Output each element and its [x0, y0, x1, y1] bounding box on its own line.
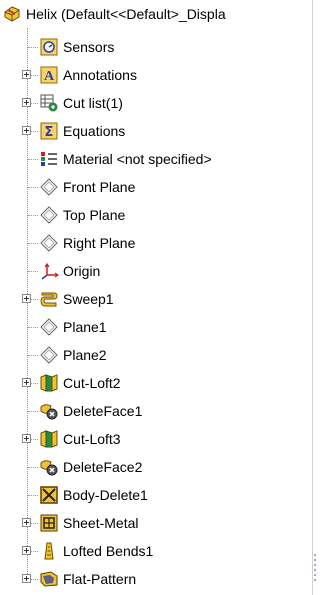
- expand-toggle[interactable]: [22, 294, 31, 303]
- tree-item-label: Annotations: [63, 67, 137, 83]
- tree-item[interactable]: Flat-Pattern: [0, 565, 318, 593]
- cut-loft-icon: [39, 429, 59, 449]
- tree-item[interactable]: Plane1: [0, 313, 318, 341]
- tree-item[interactable]: Sensors: [0, 33, 318, 61]
- tree-item-label: Body-Delete1: [63, 487, 148, 503]
- tree-item[interactable]: Top Plane: [0, 201, 318, 229]
- sweep-icon: [39, 289, 59, 309]
- tree-root-label: Helix (Default<<Default>_Displa: [26, 6, 226, 22]
- equations-icon: Σ: [39, 121, 59, 141]
- plane-icon: [39, 177, 59, 197]
- panel-border: [312, 0, 313, 595]
- plane-icon: [39, 233, 59, 253]
- tree-item-label: Flat-Pattern: [63, 571, 137, 587]
- part-icon: [2, 4, 22, 24]
- tree-branch-line: [28, 47, 38, 48]
- sheet-metal-icon: [39, 513, 59, 533]
- tree-item-label: Equations: [63, 123, 126, 139]
- tree-item[interactable]: A Annotations: [0, 61, 318, 89]
- tree-item[interactable]: Cut list(1): [0, 89, 318, 117]
- tree-item[interactable]: Plane2: [0, 341, 318, 369]
- tree-item[interactable]: Body-Delete1: [0, 481, 318, 509]
- body-delete-icon: [39, 485, 59, 505]
- tree-branch-line: [28, 271, 38, 272]
- tree-item[interactable]: Origin: [0, 257, 318, 285]
- tree-item-label: Material <not specified>: [63, 151, 212, 167]
- plane-icon: [39, 345, 59, 365]
- tree-branch-line: [28, 215, 38, 216]
- tree-item-label: Lofted Bends1: [63, 543, 154, 559]
- tree-branch-line: [28, 495, 38, 496]
- feature-manager-tree: Helix (Default<<Default>_Displa Sensors A…: [0, 0, 318, 595]
- lofted-bends-icon: [39, 541, 59, 561]
- tree-root-part[interactable]: Helix (Default<<Default>_Displa: [0, 0, 318, 28]
- expand-toggle[interactable]: [22, 574, 31, 583]
- svg-text:Σ: Σ: [45, 125, 54, 140]
- tree-item[interactable]: Right Plane: [0, 229, 318, 257]
- svg-text:A: A: [44, 69, 55, 84]
- delete-face-icon: [39, 401, 59, 421]
- tree-item-label: Sweep1: [63, 291, 114, 307]
- tree-item-label: Cut-Loft2: [63, 375, 121, 391]
- tree-item-label: Sensors: [63, 39, 115, 55]
- tree-item-label: Plane2: [63, 347, 107, 363]
- tree-item[interactable]: Material <not specified>: [0, 145, 318, 173]
- expand-toggle[interactable]: [22, 70, 31, 79]
- tree-item-label: Right Plane: [63, 235, 136, 251]
- plane-icon: [39, 317, 59, 337]
- tree-item-label: Cut list(1): [63, 95, 123, 111]
- tree-item-label: DeleteFace1: [63, 403, 143, 419]
- tree-item[interactable]: DeleteFace2: [0, 453, 318, 481]
- tree-branch-line: [28, 411, 38, 412]
- plane-icon: [39, 205, 59, 225]
- tree-branch-line: [28, 187, 38, 188]
- tree-item-label: Plane1: [63, 319, 107, 335]
- tree-item-label: Top Plane: [63, 207, 126, 223]
- tree-branch-line: [28, 243, 38, 244]
- material-icon: [39, 149, 59, 169]
- annotations-icon: A: [39, 65, 59, 85]
- tree-branch-line: [28, 159, 38, 160]
- tree-item[interactable]: Sheet-Metal: [0, 509, 318, 537]
- cut-list-icon: [39, 93, 59, 113]
- tree-branch-line: [28, 467, 38, 468]
- tree-item-label: Front Plane: [63, 179, 136, 195]
- tree-item-label: Sheet-Metal: [63, 515, 139, 531]
- expand-toggle[interactable]: [22, 378, 31, 387]
- cut-loft-icon: [39, 373, 59, 393]
- origin-icon: [39, 261, 60, 281]
- tree-item[interactable]: Front Plane: [0, 173, 318, 201]
- splitter-handle[interactable]: [313, 551, 318, 591]
- tree-item[interactable]: DeleteFace1: [0, 397, 318, 425]
- tree-item[interactable]: Cut-Loft3: [0, 425, 318, 453]
- tree-item-label: Origin: [63, 263, 101, 279]
- expand-toggle[interactable]: [22, 98, 31, 107]
- delete-face-icon: [39, 457, 59, 477]
- sensors-icon: [39, 37, 59, 57]
- expand-toggle[interactable]: [22, 518, 31, 527]
- expand-toggle[interactable]: [22, 126, 31, 135]
- expand-toggle[interactable]: [22, 434, 31, 443]
- expand-toggle[interactable]: [22, 546, 31, 555]
- flat-pattern-icon: [39, 569, 59, 589]
- tree-item[interactable]: Sweep1: [0, 285, 318, 313]
- tree-item-label: DeleteFace2: [63, 459, 143, 475]
- tree-item[interactable]: Lofted Bends1: [0, 537, 318, 565]
- tree-branch-line: [28, 355, 38, 356]
- tree-item[interactable]: Σ Equations: [0, 117, 318, 145]
- tree-branch-line: [28, 327, 38, 328]
- tree-item-label: Cut-Loft3: [63, 431, 121, 447]
- tree-item[interactable]: Cut-Loft2: [0, 369, 318, 397]
